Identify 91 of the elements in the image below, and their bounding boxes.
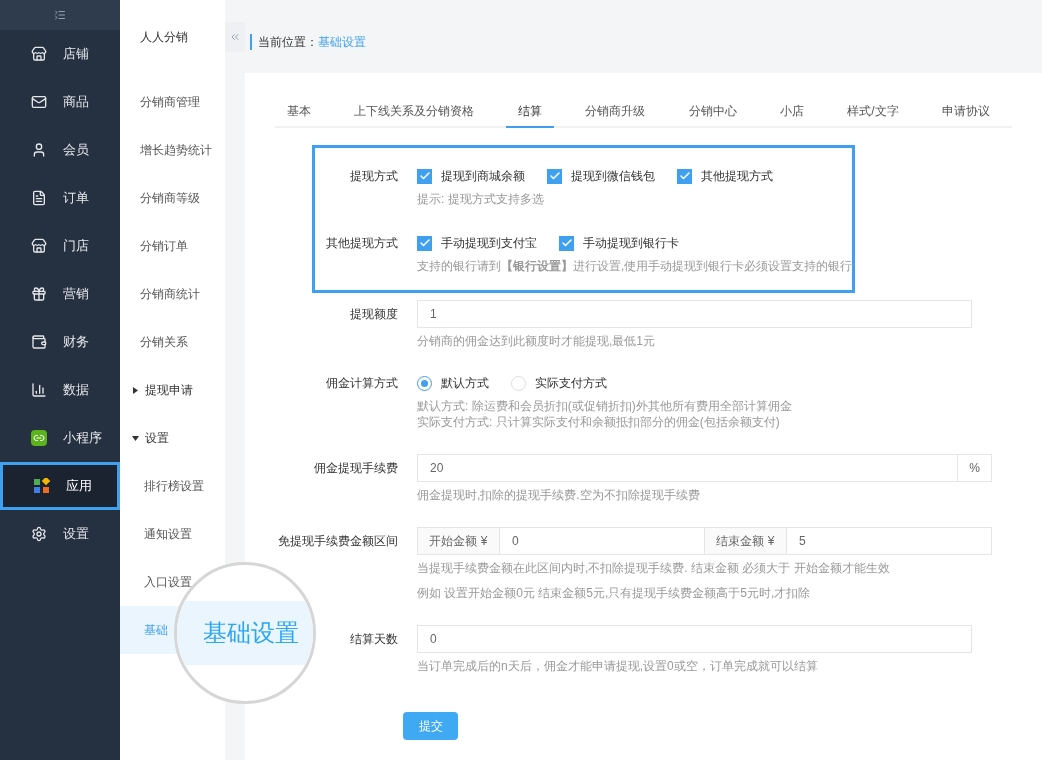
- collapse-button[interactable]: [225, 22, 245, 52]
- sidebar-item[interactable]: 会员: [0, 126, 120, 174]
- radio-label: 默认方式: [441, 375, 489, 392]
- submenu-item[interactable]: 通知设置: [120, 510, 225, 558]
- field-label: 提现方式: [350, 168, 398, 185]
- sidebar-item-label: 店铺: [63, 45, 89, 64]
- sidebar-item[interactable]: 小程序: [0, 414, 120, 462]
- envelope-icon: [31, 94, 47, 110]
- sidebar-item-label: 小程序: [63, 429, 102, 448]
- sidebar-item-label: 订单: [63, 189, 89, 208]
- caret-icon: [132, 434, 139, 442]
- hint-text: 当提现手续费金额在此区间内时,不扣除提现手续费. 结束金额 必须大于 开始金额才能生效: [417, 560, 891, 576]
- hint-text: 支持的银行请到【银行设置】进行设置,使用手动提现到银行卡必须设置支持的银行: [417, 258, 853, 274]
- sidebar-item-label: 商品: [63, 93, 89, 112]
- checkbox-label: 提现到商城余额: [441, 168, 525, 185]
- double-chevron-icon: [229, 31, 241, 43]
- tab[interactable]: 样式/文字: [835, 95, 911, 128]
- sidebar-item[interactable]: 店铺: [0, 30, 120, 78]
- hint-text: 佣金提现时,扣除的提现手续费.空为不扣除提现手续费: [417, 487, 701, 503]
- sidebar-item-label: 应用: [66, 477, 92, 496]
- input-field[interactable]: 1: [417, 300, 972, 328]
- field-label: 免提现手续费金额区间: [278, 533, 398, 550]
- sidebar-item-label: 财务: [63, 333, 89, 352]
- mini-program-icon: [31, 430, 47, 446]
- tab[interactable]: 分销商升级: [573, 95, 658, 128]
- submenu-item[interactable]: 排行榜设置: [120, 462, 225, 510]
- submenu-item[interactable]: 分销商管理: [120, 78, 225, 126]
- input-field[interactable]: 20 %: [417, 454, 992, 482]
- field-label: 结算天数: [350, 631, 398, 648]
- submenu-item[interactable]: 分销商统计: [120, 270, 225, 318]
- sidebar-item[interactable]: 订单: [0, 174, 120, 222]
- sidebar-item-label: 营销: [63, 285, 89, 304]
- user-icon: [31, 142, 47, 158]
- submenu-item[interactable]: 分销商等级: [120, 174, 225, 222]
- radio-label: 实际支付方式: [535, 375, 607, 392]
- sidebar-item[interactable]: 财务: [0, 318, 120, 366]
- settings-icon: [31, 526, 47, 542]
- store-icon: [31, 46, 47, 62]
- hint-text: 分销商的佣金达到此额度时才能提现,最低1元: [417, 333, 656, 349]
- submenu-item[interactable]: 分销关系: [120, 318, 225, 366]
- breadcrumb-label: 当前位置：: [258, 34, 318, 51]
- checkbox[interactable]: [547, 168, 562, 184]
- sidebar-item-label: 会员: [63, 141, 89, 160]
- sidebar-item-label: 门店: [63, 237, 89, 256]
- submenu-group-label: 设置: [145, 430, 169, 447]
- tab[interactable]: 小店: [767, 95, 816, 128]
- tab[interactable]: 申请协议: [929, 95, 1002, 128]
- submenu-title: 人人分销: [139, 29, 189, 46]
- checkbox[interactable]: [559, 235, 574, 251]
- field-label: 提现额度: [350, 306, 398, 323]
- collapse-menu-icon[interactable]: [54, 9, 66, 21]
- hint-text: 实际支付方式: 只计算实际支付和余额抵扣部分的佣金(包括余额支付): [417, 414, 781, 430]
- field-label: 佣金提现手续费: [314, 460, 398, 477]
- sidebar-item[interactable]: 数据: [0, 366, 120, 414]
- gift-icon: [31, 286, 47, 302]
- tab[interactable]: 结算: [505, 95, 554, 128]
- shop-icon: [31, 238, 47, 254]
- apps-icon: [34, 478, 50, 494]
- bar-chart-icon: [31, 382, 47, 398]
- submenu-group[interactable]: 设置: [120, 414, 225, 462]
- checkbox[interactable]: [417, 235, 432, 251]
- caret-icon: [132, 386, 139, 394]
- submenu-group-label: 提现申请: [145, 382, 193, 399]
- hint-text: 当订单完成后的n天后，佣金才能申请提现,设置0或空，订单完成就可以结算: [417, 658, 819, 674]
- unit-addon: %: [957, 455, 991, 481]
- checkbox[interactable]: [417, 168, 432, 184]
- field-label: 其他提现方式: [326, 235, 398, 252]
- submenu-group[interactable]: 提现申请: [120, 366, 225, 414]
- sidebar-item-label: 数据: [63, 381, 89, 400]
- checkbox-label: 其他提现方式: [701, 168, 773, 185]
- checkbox-label: 手动提现到支付宝: [441, 235, 537, 252]
- sidebar-item[interactable]: 商品: [0, 78, 120, 126]
- hint-text: 默认方式: 除运费和会员折扣(或促销折扣)外其他所有费用全部计算佣金: [417, 398, 792, 414]
- submenu-item[interactable]: 分销订单: [120, 222, 225, 270]
- checkbox[interactable]: [677, 168, 692, 184]
- sidebar-item-label: 设置: [63, 525, 89, 544]
- checkbox-label: 手动提现到银行卡: [583, 235, 679, 252]
- tab[interactable]: 基本: [275, 95, 323, 128]
- tab[interactable]: 分销中心: [676, 95, 749, 128]
- hint-text: 例如 设置开始金额0元 结束金额5元,只有提现手续费金额高于5元时,才扣除: [417, 585, 812, 601]
- sidebar-item[interactable]: 设置: [0, 510, 120, 558]
- submenu-item[interactable]: 增长趋势统计: [120, 126, 225, 174]
- field-label: 佣金计算方式: [326, 375, 398, 392]
- sidebar-item[interactable]: 营销: [0, 270, 120, 318]
- hint-text: 提示: 提现方式支持多选: [417, 191, 545, 207]
- tab[interactable]: 上下线关系及分销资格: [342, 95, 487, 128]
- input-field[interactable]: 0: [417, 625, 972, 653]
- sidebar-item[interactable]: 应用: [0, 462, 120, 510]
- document-icon: [31, 190, 47, 206]
- sidebar-item[interactable]: 门店: [0, 222, 120, 270]
- checkbox-label: 提现到微信钱包: [571, 168, 655, 185]
